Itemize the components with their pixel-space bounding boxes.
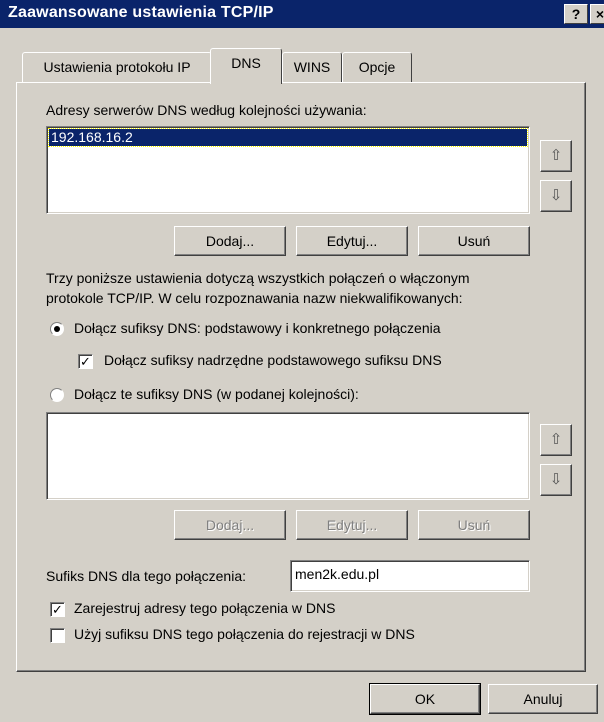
checkbox-register-label: Zarejestruj adresy tego połączenia w DNS [74,600,336,616]
edit-suffix-button[interactable]: Edytuj... [296,510,408,540]
info-text-line2: protokole TCP/IP. W celu rozpoznawania n… [46,290,463,306]
arrow-up-icon: ⇧ [549,431,563,448]
checkbox-register[interactable]: ✓ [50,602,65,617]
close-button[interactable]: × [590,4,604,24]
help-button[interactable]: ? [564,4,588,24]
checkbox-append-parent-label: Dołącz sufiksy nadrzędne podstawowego su… [104,352,442,368]
dns-servers-list[interactable]: 192.168.16.2 [46,126,530,214]
tab-dns[interactable]: DNS [210,48,282,84]
tab-wins[interactable]: WINS [282,52,342,82]
arrow-down-icon: ⇩ [549,187,563,204]
list-item[interactable]: 192.168.16.2 [48,128,528,147]
add-suffix-button[interactable]: Dodaj... [174,510,286,540]
arrow-down-icon: ⇩ [549,471,563,488]
conn-suffix-input[interactable]: men2k.edu.pl [290,560,530,592]
ok-button[interactable]: OK [369,683,481,715]
move-down-button[interactable]: ⇩ [540,180,572,212]
tab-ip-settings[interactable]: Ustawienia protokołu IP [22,52,212,82]
checkbox-append-parent[interactable]: ✓ [78,354,93,369]
info-text-line1: Trzy poniższe ustawienia dotyczą wszystk… [46,270,470,286]
title-bar: Zaawansowane ustawienia TCP/IP ? × [0,0,604,28]
radio-append-custom[interactable] [50,388,64,402]
radio-append-primary[interactable] [50,322,64,336]
arrow-up-icon: ⇧ [549,147,563,164]
tab-options[interactable]: Opcje [342,52,412,82]
radio-append-primary-label: Dołącz sufiksy DNS: podstawowy i konkret… [74,320,441,336]
checkbox-use-suffix-label: Użyj sufiksu DNS tego połączenia do reje… [74,626,415,642]
edit-server-button[interactable]: Edytuj... [296,226,408,256]
cancel-button[interactable]: Anuluj [488,684,598,714]
radio-append-custom-label: Dołącz te sufiksy DNS (w podanej kolejno… [74,386,359,402]
suffix-move-up-button[interactable]: ⇧ [540,424,572,456]
add-server-button[interactable]: Dodaj... [174,226,286,256]
move-up-button[interactable]: ⇧ [540,140,572,172]
suffix-move-down-button[interactable]: ⇩ [540,464,572,496]
window-title: Zaawansowane ustawienia TCP/IP [8,4,274,21]
conn-suffix-label: Sufiks DNS dla tego połączenia: [46,568,246,584]
checkbox-use-suffix[interactable] [50,628,65,643]
remove-suffix-button[interactable]: Usuń [418,510,530,540]
remove-server-button[interactable]: Usuń [418,226,530,256]
dns-servers-label: Adresy serwerów DNS według kolejności uż… [46,102,367,118]
dns-suffix-list[interactable] [46,412,530,500]
